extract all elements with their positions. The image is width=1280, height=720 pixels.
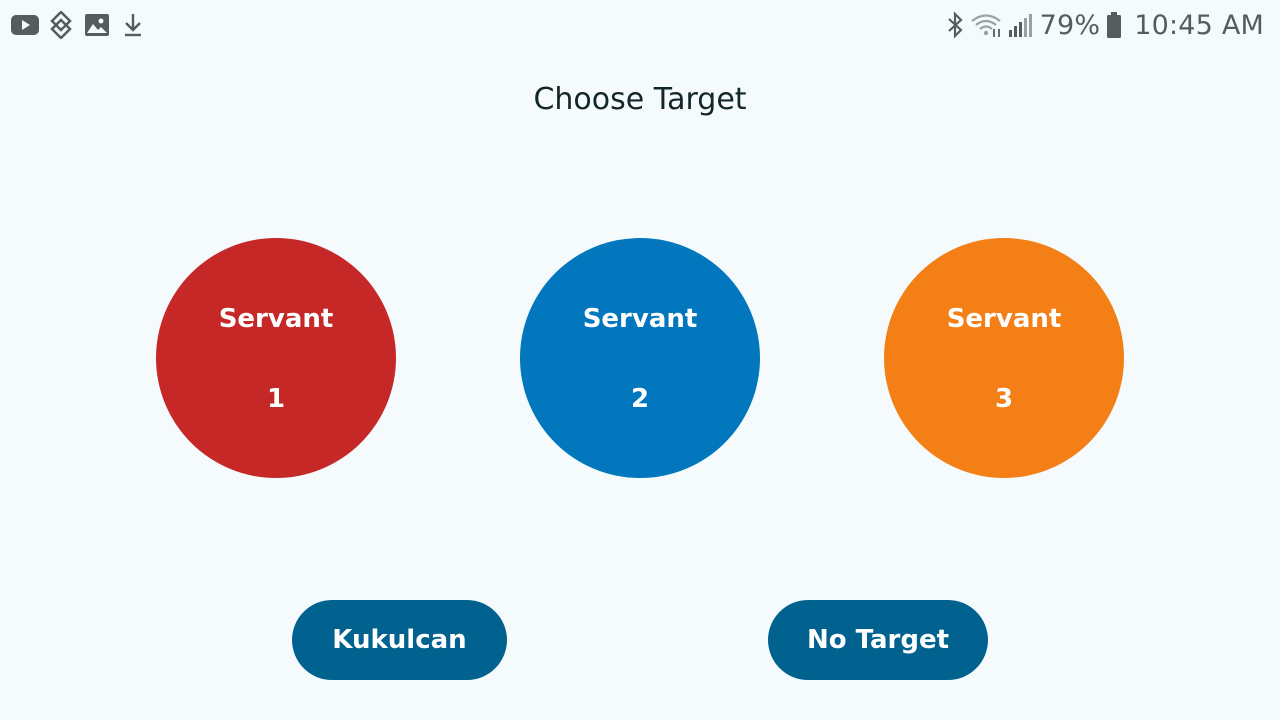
status-bar: 79% 10:45 AM	[0, 0, 1280, 50]
target-servant-3-button[interactable]: Servant 3	[884, 238, 1124, 478]
target-number: 3	[994, 384, 1014, 414]
signal-icon	[1008, 12, 1034, 38]
target-label: Servant	[218, 304, 334, 334]
kukulcan-button[interactable]: Kukulcan	[292, 600, 507, 680]
target-label: Servant	[946, 304, 1062, 334]
system-indicators: 79% 10:45 AM	[946, 6, 1264, 44]
clock: 10:45 AM	[1134, 9, 1264, 41]
target-number: 1	[266, 384, 286, 414]
page-title: Choose Target	[533, 82, 747, 117]
no-target-button[interactable]: No Target	[768, 600, 988, 680]
notification-icons	[10, 10, 154, 40]
download-icon	[118, 10, 148, 40]
wifi-icon	[970, 12, 1002, 38]
target-label: Servant	[582, 304, 698, 334]
battery-icon	[1106, 11, 1122, 39]
gallery-icon	[82, 10, 112, 40]
battery-percent: 79%	[1039, 9, 1101, 41]
bluetooth-icon	[946, 11, 964, 39]
target-servant-2-button[interactable]: Servant 2	[520, 238, 760, 478]
youtube-icon	[10, 10, 40, 40]
diamond-app-icon	[46, 10, 76, 40]
choose-target-screen: 79% 10:45 AM Choose Target Servant 1 Ser…	[0, 0, 1280, 720]
target-servant-1-button[interactable]: Servant 1	[156, 238, 396, 478]
target-number: 2	[630, 384, 650, 414]
